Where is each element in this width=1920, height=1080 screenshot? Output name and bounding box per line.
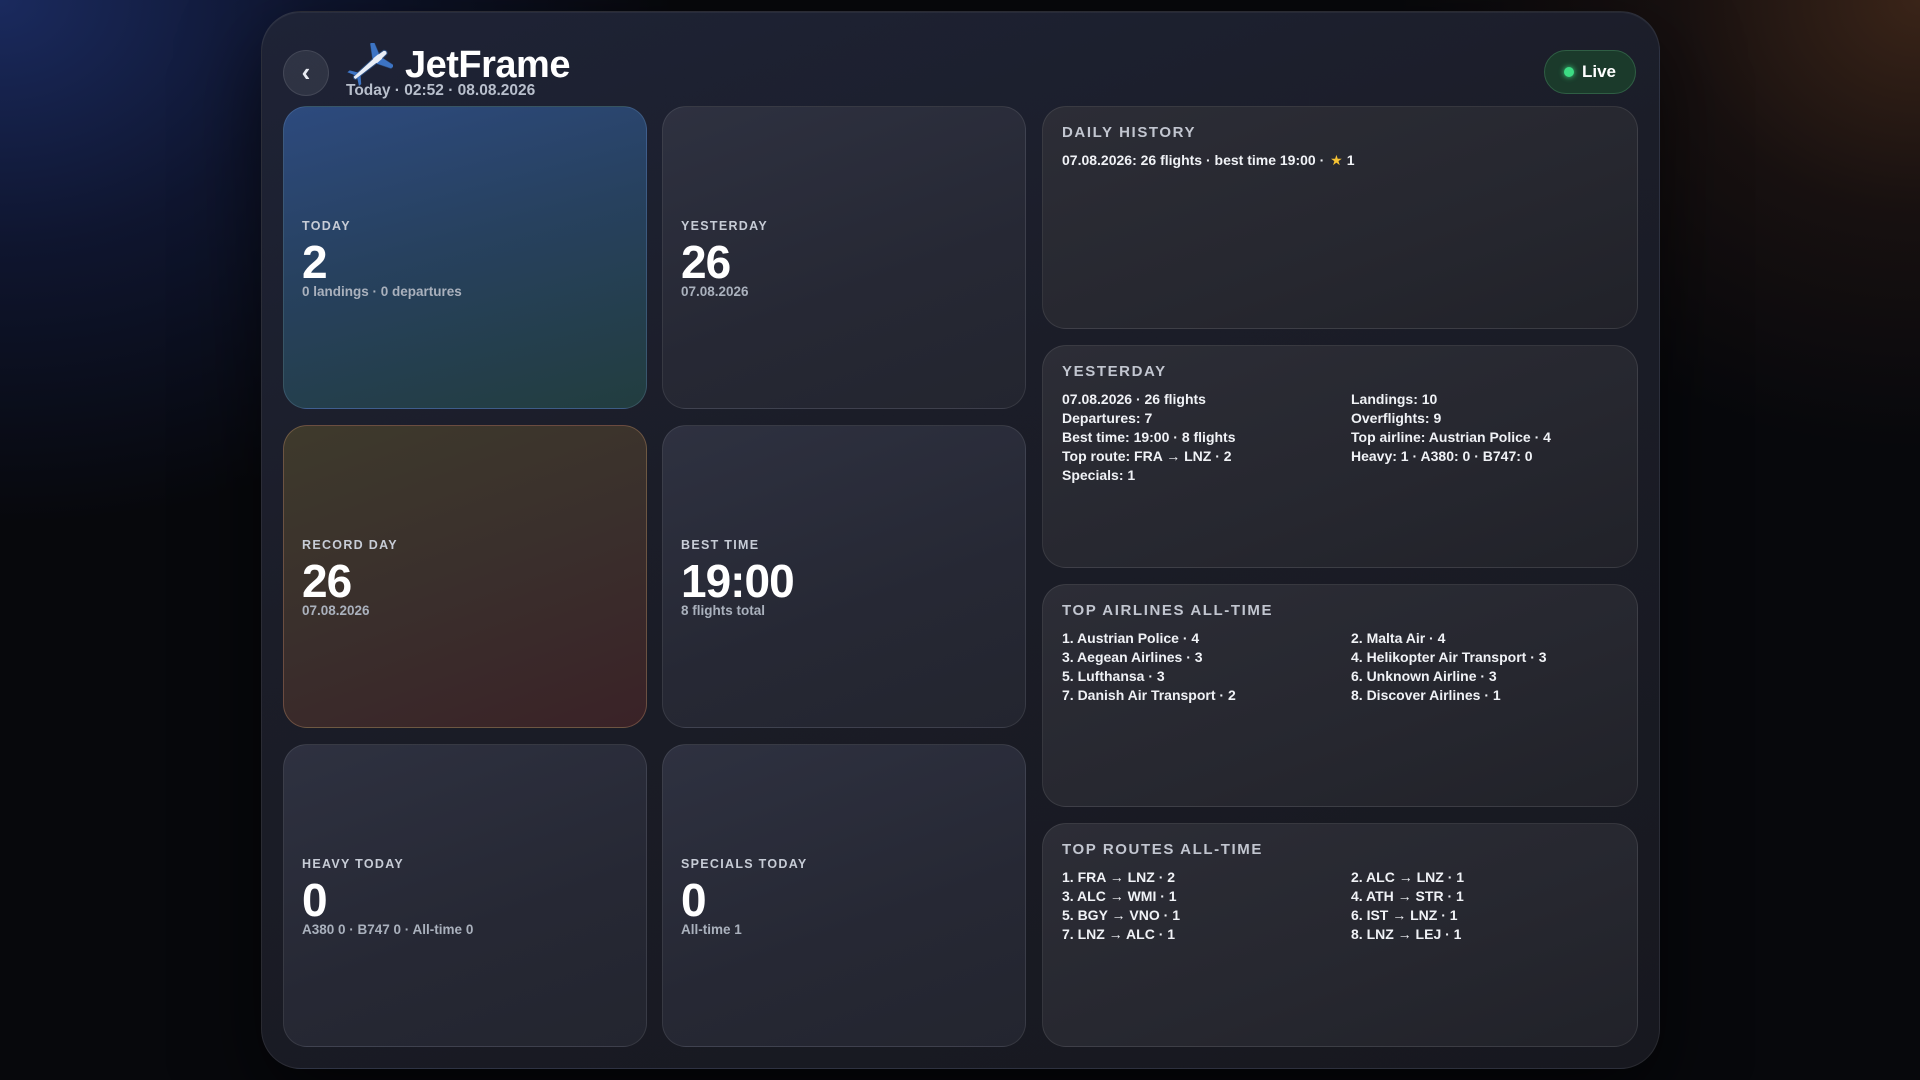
stat-line: 07.08.2026 · 26 flights bbox=[1062, 391, 1206, 407]
tile-subtext: 07.08.2026 bbox=[302, 603, 370, 618]
stat-line: Top airline: Austrian Police · 4 bbox=[1351, 429, 1551, 445]
specials-today-tile: SPECIALS TODAY 0 All-time 1 bbox=[662, 744, 1026, 1047]
tile-subtext: 07.08.2026 bbox=[681, 284, 749, 299]
list-item: 6. IST → LNZ · 1 bbox=[1351, 907, 1458, 923]
history-entry-text: 07.08.2026: 26 flights · best time 19:00… bbox=[1062, 152, 1325, 168]
routes-list: 1. FRA → LNZ · 2 2. ALC → LNZ · 1 3. ALC… bbox=[1062, 868, 1618, 944]
back-button[interactable]: ‹ bbox=[283, 50, 329, 96]
yesterday-panel: YESTERDAY 07.08.2026 · 26 flights Landin… bbox=[1042, 345, 1638, 568]
top-airlines-panel: TOP AIRLINES ALL-TIME 1. Austrian Police… bbox=[1042, 584, 1638, 807]
stat-line: Departures: 7 bbox=[1062, 410, 1153, 426]
record-day-tile: RECORD DAY 26 07.08.2026 bbox=[283, 425, 647, 728]
tile-value: 26 bbox=[302, 555, 352, 607]
tile-value: 0 bbox=[681, 874, 707, 926]
chevron-left-icon: ‹ bbox=[301, 56, 311, 87]
tile-label: YESTERDAY bbox=[681, 219, 768, 233]
yesterday-stats: 07.08.2026 · 26 flights Landings: 10 Dep… bbox=[1062, 390, 1618, 485]
list-item: 5. BGY → VNO · 1 bbox=[1062, 907, 1180, 923]
star-count: 1 bbox=[1346, 152, 1355, 168]
best-time-tile: BEST TIME 19:00 8 flights total bbox=[662, 425, 1026, 728]
list-item: 3. Aegean Airlines · 3 bbox=[1062, 649, 1203, 665]
stat-line: Heavy: 1 · A380: 0 · B747: 0 bbox=[1351, 448, 1533, 464]
date-subtitle: Today · 02:52 · 08.08.2026 bbox=[346, 82, 536, 99]
live-label: Live bbox=[1581, 62, 1617, 81]
header: ‹ JetFrame Today · 02:52 · 08.08.2026 Li… bbox=[283, 30, 1638, 100]
tile-subtext: A380 0 · B747 0 · All-time 0 bbox=[302, 922, 474, 937]
tile-value: 26 bbox=[681, 236, 731, 288]
tile-subtext: All-time 1 bbox=[681, 922, 742, 937]
tile-label: RECORD DAY bbox=[302, 538, 398, 552]
star-icon: ★ bbox=[1330, 152, 1343, 168]
list-item: 7. Danish Air Transport · 2 bbox=[1062, 687, 1236, 703]
list-item: 1. Austrian Police · 4 bbox=[1062, 630, 1200, 646]
tile-value: 19:00 bbox=[681, 555, 795, 607]
tile-subtext: 8 flights total bbox=[681, 603, 765, 618]
yesterday-tile: YESTERDAY 26 07.08.2026 bbox=[662, 106, 1026, 409]
list-item: 7. LNZ → ALC · 1 bbox=[1062, 926, 1176, 942]
live-status-badge[interactable]: Live bbox=[1544, 50, 1636, 94]
history-entry: 07.08.2026: 26 flights · best time 19:00… bbox=[1062, 151, 1618, 170]
panel-title: TOP AIRLINES ALL-TIME bbox=[1062, 602, 1274, 619]
list-item: 2. Malta Air · 4 bbox=[1351, 630, 1446, 646]
list-item: 6. Unknown Airline · 3 bbox=[1351, 668, 1497, 684]
tile-value: 2 bbox=[302, 236, 328, 288]
tile-label: SPECIALS TODAY bbox=[681, 857, 808, 871]
tile-label: BEST TIME bbox=[681, 538, 760, 552]
list-item: 8. LNZ → LEJ · 1 bbox=[1351, 926, 1462, 942]
list-item: 8. Discover Airlines · 1 bbox=[1351, 687, 1501, 703]
top-routes-panel: TOP ROUTES ALL-TIME 1. FRA → LNZ · 2 2. … bbox=[1042, 823, 1638, 1047]
stat-line: Specials: 1 bbox=[1062, 467, 1136, 483]
stat-line: Landings: 10 bbox=[1351, 391, 1438, 407]
list-item: 4. ATH → STR · 1 bbox=[1351, 888, 1464, 904]
tile-value: 0 bbox=[302, 874, 328, 926]
panel-title: YESTERDAY bbox=[1062, 363, 1167, 380]
list-item: 4. Helikopter Air Transport · 3 bbox=[1351, 649, 1547, 665]
panel-title: TOP ROUTES ALL-TIME bbox=[1062, 841, 1263, 858]
list-item: 1. FRA → LNZ · 2 bbox=[1062, 869, 1176, 885]
app-title: JetFrame bbox=[405, 44, 570, 86]
tile-label: TODAY bbox=[302, 219, 351, 233]
tile-label: HEAVY TODAY bbox=[302, 857, 405, 871]
tile-subtext: 0 landings · 0 departures bbox=[302, 284, 462, 299]
airlines-list: 1. Austrian Police · 4 2. Malta Air · 4 … bbox=[1062, 629, 1618, 705]
today-tile: TODAY 2 0 landings · 0 departures bbox=[283, 106, 647, 409]
panel-title: DAILY HISTORY bbox=[1062, 124, 1197, 141]
list-item: 2. ALC → LNZ · 1 bbox=[1351, 869, 1465, 885]
heavy-today-tile: HEAVY TODAY 0 A380 0 · B747 0 · All-time… bbox=[283, 744, 647, 1047]
stat-line: Overflights: 9 bbox=[1351, 410, 1442, 426]
stat-line-empty bbox=[1351, 466, 1621, 485]
list-item: 3. ALC → WMI · 1 bbox=[1062, 888, 1177, 904]
stat-line: Top route: FRA → LNZ · 2 bbox=[1062, 448, 1232, 464]
stat-line: Best time: 19:00 · 8 flights bbox=[1062, 429, 1236, 445]
status-dot-icon bbox=[1563, 67, 1574, 77]
list-item: 5. Lufthansa · 3 bbox=[1062, 668, 1165, 684]
airplane-icon bbox=[347, 43, 393, 87]
daily-history-panel: DAILY HISTORY 07.08.2026: 26 flights · b… bbox=[1042, 106, 1638, 329]
dashboard-frame: ‹ JetFrame Today · 02:52 · 08.08.2026 Li… bbox=[261, 11, 1660, 1069]
